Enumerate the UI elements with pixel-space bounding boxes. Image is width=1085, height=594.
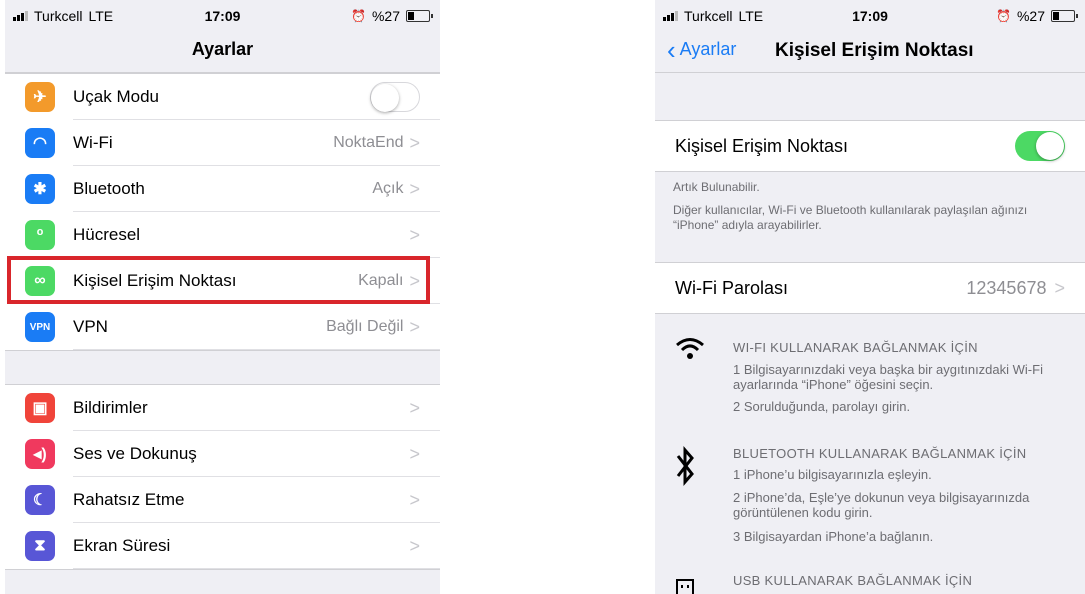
highlight-box xyxy=(7,256,430,304)
settings-row[interactable]: VPN VPN Bağlı Değil > xyxy=(5,304,440,350)
wifi-step-1: 1 Bilgisayarınızdaki veya başka bir aygı… xyxy=(733,362,1043,392)
wifi-password-label: Wi-Fi Parolası xyxy=(675,277,789,298)
chevron-right-icon: > xyxy=(409,489,420,510)
bluetooth-step-3: 3 Bilgisayardan iPhone’a bağlanın. xyxy=(733,529,934,544)
vpn-icon: VPN xyxy=(25,312,55,342)
settings-row-label: Bluetooth xyxy=(73,179,145,198)
airplane-mode-toggle[interactable] xyxy=(370,82,420,112)
hotspot-screen: Turkcell LTE 17:09 ⏰ %27 ‹ Ayarlar Kişis… xyxy=(655,0,1085,594)
hotspot-toggle-group: Kişisel Erişim Noktası xyxy=(655,120,1085,172)
chevron-left-icon: ‹ xyxy=(667,34,676,65)
nav-bar: ‹ Ayarlar Kişisel Erişim Noktası xyxy=(655,30,1085,73)
battery-icon xyxy=(406,10,433,22)
settings-row[interactable]: ◠ Wi-Fi NoktaEnd > xyxy=(5,120,440,166)
settings-row[interactable]: ✈ Uçak Modu xyxy=(5,74,440,120)
sharing-note: Diğer kullanıcılar, Wi-Fi ve Bluetooth k… xyxy=(673,203,1028,232)
wifi-icon: ◠ xyxy=(25,128,55,158)
chevron-right-icon: > xyxy=(409,178,420,199)
wifi-instructions-title: WI-FI KULLANARAK BAĞLANMAK İÇİN xyxy=(733,340,978,355)
page-title: Ayarlar xyxy=(191,39,254,59)
discoverable-note: Artık Bulunabilir. xyxy=(673,180,760,194)
chevron-right-icon: > xyxy=(409,397,420,418)
status-bar: Turkcell LTE 17:09 ⏰ %27 xyxy=(5,0,440,30)
back-label: Ayarlar xyxy=(679,39,737,59)
hotspot-toggle[interactable] xyxy=(1015,131,1065,161)
sound-icon: ◂) xyxy=(25,439,55,469)
settings-group-connectivity: ✈ Uçak Modu ◠ Wi-Fi NoktaEnd > ✱ Bluetooth Açık >… xyxy=(5,73,440,351)
cellular-icon: ᵒ xyxy=(25,220,55,250)
wifi-password-value: 12345678 xyxy=(966,277,1047,298)
settings-row[interactable]: ☾ Rahatsız Etme > xyxy=(5,477,440,523)
settings-row[interactable]: ✱ Bluetooth Açık > xyxy=(5,166,440,212)
alarm-icon: ⏰ xyxy=(996,9,1011,23)
wifi-password-row[interactable]: Wi-Fi Parolası 12345678 > xyxy=(655,263,1085,313)
settings-row-label: Hücresel xyxy=(73,225,141,244)
chevron-right-icon: > xyxy=(409,224,420,245)
status-right: ⏰ %27 xyxy=(996,8,1078,24)
battery-percent: %27 xyxy=(371,8,400,24)
settings-group-notifications: ▣ Bildirimler > ◂) Ses ve Dokunuş > ☾ Rahatsız … xyxy=(5,384,440,570)
battery-percent: %27 xyxy=(1016,8,1045,24)
chevron-right-icon: > xyxy=(409,443,420,464)
bluetooth-step-2: 2 iPhone’da, Eşle’ye dokunun veya bilgis… xyxy=(733,490,1030,520)
airplane-icon: ✈ xyxy=(25,82,55,112)
bluetooth-icon xyxy=(675,446,695,493)
hotspot-label: Kişisel Erişim Noktası xyxy=(675,135,849,156)
chevron-right-icon: > xyxy=(409,316,420,337)
settings-row-label: VPN xyxy=(73,317,108,336)
status-right: ⏰ %27 xyxy=(351,8,433,24)
wifi-step-2: 2 Sorulduğunda, parolayı girin. xyxy=(733,399,911,414)
settings-row[interactable]: ⧗ Ekran Süresi > xyxy=(5,523,440,569)
wifi-password-group: Wi-Fi Parolası 12345678 > xyxy=(655,262,1085,314)
alarm-icon: ⏰ xyxy=(351,9,366,23)
notifications-icon: ▣ xyxy=(25,393,55,423)
wifi-icon xyxy=(675,336,705,367)
settings-row[interactable]: ᵒ Hücresel > xyxy=(5,212,440,258)
settings-row-value: Bağlı Değil xyxy=(326,318,404,335)
bluetooth-step-1: 1 iPhone’u bilgisayarınızla eşleyin. xyxy=(733,467,932,482)
chevron-right-icon: > xyxy=(409,535,420,556)
bluetooth-icon: ✱ xyxy=(25,174,55,204)
settings-row[interactable]: ▣ Bildirimler > xyxy=(5,385,440,431)
settings-row-value: NoktaEnd xyxy=(333,134,404,151)
usb-instructions-title: USB KULLANARAK BAĞLANMAK İÇİN xyxy=(733,573,973,588)
settings-row-label: Ekran Süresi xyxy=(73,536,171,555)
settings-row-label: Ses ve Dokunuş xyxy=(73,444,197,463)
hourglass-icon: ⧗ xyxy=(25,531,55,561)
hotspot-row: Kişisel Erişim Noktası xyxy=(655,121,1085,171)
settings-row-value: Açık xyxy=(372,180,404,197)
back-button[interactable]: ‹ Ayarlar xyxy=(667,34,737,65)
settings-row-label: Rahatsız Etme xyxy=(73,490,185,509)
chevron-right-icon: > xyxy=(1054,277,1065,298)
settings-row-label: Wi-Fi xyxy=(73,133,113,152)
bluetooth-instructions-title: BLUETOOTH KULLANARAK BAĞLANMAK İÇİN xyxy=(733,446,1027,461)
battery-icon xyxy=(1051,10,1078,22)
chevron-right-icon: > xyxy=(409,132,420,153)
settings-row[interactable]: ◂) Ses ve Dokunuş > xyxy=(5,431,440,477)
settings-row-label: Uçak Modu xyxy=(73,87,159,106)
nav-bar: Ayarlar xyxy=(5,30,440,73)
settings-row-label: Bildirimler xyxy=(73,398,148,417)
moon-icon: ☾ xyxy=(25,485,55,515)
status-bar: Turkcell LTE 17:09 ⏰ %27 xyxy=(655,0,1085,30)
page-title: Kişisel Erişim Noktası xyxy=(775,40,974,61)
usb-icon xyxy=(675,572,695,594)
